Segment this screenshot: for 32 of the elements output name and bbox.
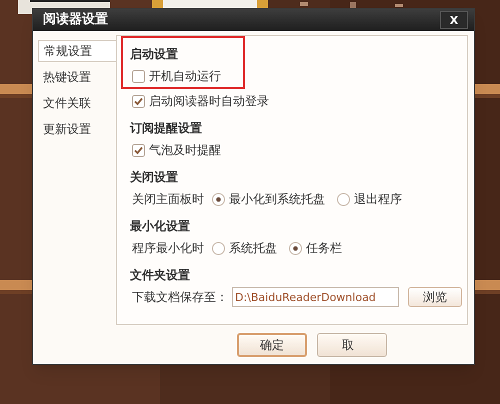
nav-tab[interactable]: 更新设置 <box>38 118 116 140</box>
ok-button[interactable]: 确定 <box>237 333 307 357</box>
close-button[interactable]: X <box>440 11 468 29</box>
radio-button[interactable] <box>212 192 225 206</box>
radio-button[interactable] <box>337 192 350 206</box>
checkbox[interactable] <box>132 70 145 82</box>
field-label: 下载文档保存至： <box>132 289 228 306</box>
nav-tab[interactable]: 热键设置 <box>38 66 116 88</box>
nav-tab[interactable]: 文件关联 <box>38 92 116 114</box>
radio-button[interactable] <box>212 242 225 254</box>
field-label: 关闭主面板时 <box>132 191 204 208</box>
window-title: 阅读器设置 <box>43 11 108 30</box>
section-heading: 关闭设置 <box>130 169 179 186</box>
checkbox-label: 启动阅读器时自动登录 <box>149 93 269 110</box>
nav-tab[interactable]: 常规设置 <box>38 40 117 62</box>
radio-label: 退出程序 <box>354 191 402 208</box>
cancel-button[interactable]: 取 <box>317 333 387 357</box>
section-heading: 文件夹设置 <box>130 267 191 284</box>
radio-label: 最小化到系统托盘 <box>229 191 325 208</box>
checkbox[interactable] <box>132 144 145 156</box>
section-heading: 启动设置 <box>130 46 179 63</box>
radio-label: 系统托盘 <box>229 240 277 257</box>
checkbox-label: 气泡及时提醒 <box>149 142 221 159</box>
radio-label: 任务栏 <box>306 240 342 257</box>
field-label: 程序最小化时 <box>132 240 204 257</box>
section-heading: 最小化设置 <box>130 218 191 235</box>
radio-button[interactable] <box>289 242 302 254</box>
section-heading: 订阅提醒设置 <box>130 120 203 137</box>
browse-button[interactable]: 浏览 <box>408 287 462 307</box>
checkbox[interactable] <box>132 94 145 108</box>
checkbox-label: 开机自动运行 <box>149 68 221 85</box>
path-field[interactable]: D:\BaiduReaderDownload <box>232 287 399 307</box>
